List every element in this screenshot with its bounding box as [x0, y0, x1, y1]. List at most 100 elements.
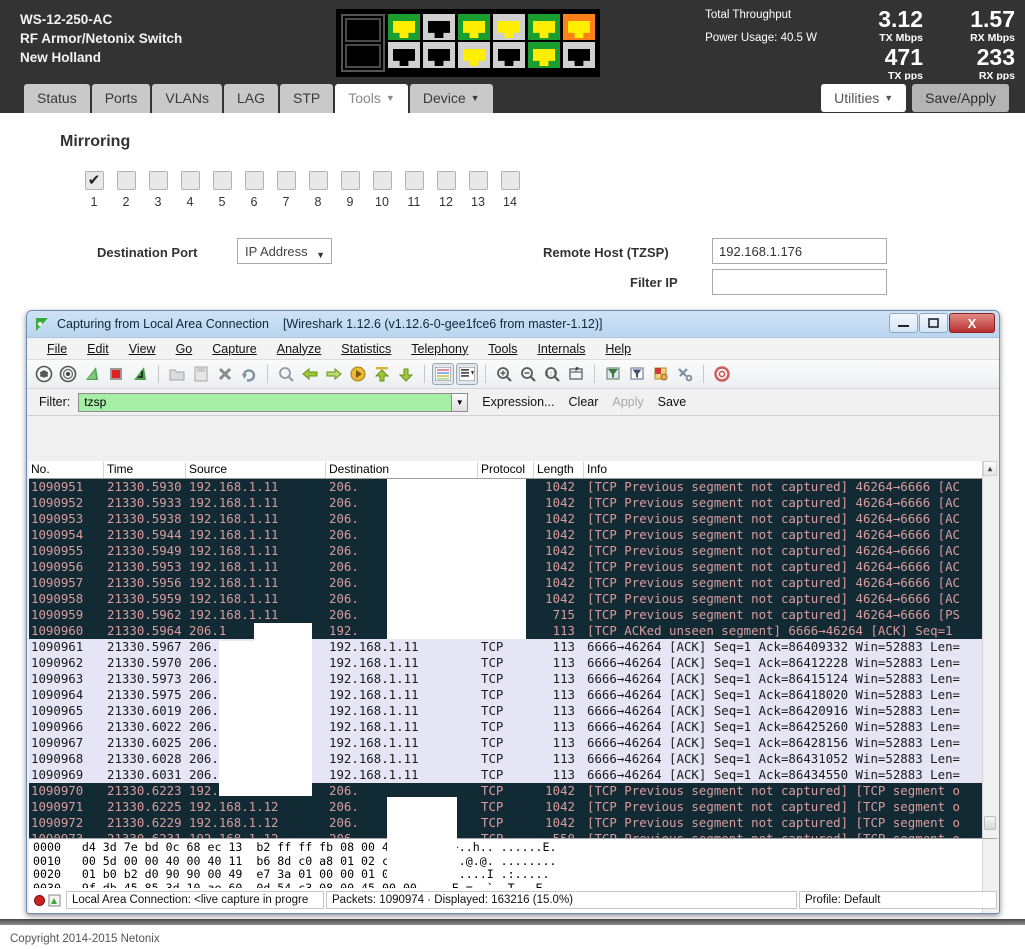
restart-capture-icon[interactable]: [81, 363, 103, 385]
rj45-column-1[interactable]: [388, 14, 420, 72]
packet-bytes-pane[interactable]: 0000 d4 3d 7e bd 0c 68 ec 13 b2 ff ff fb…: [29, 838, 997, 888]
display-filter-input[interactable]: [78, 392, 452, 412]
packet-row[interactable]: 1090962 21330.5970 206.1 192.168.1.11 TCP 113…: [29, 655, 997, 671]
packet-row[interactable]: 1090968 21330.6028 206.1 192.168.1.11 TCP 113…: [29, 751, 997, 767]
menu-capture[interactable]: Capture: [202, 340, 266, 358]
save-file-icon[interactable]: [190, 363, 212, 385]
stop-capture-icon[interactable]: [105, 363, 127, 385]
go-back-icon[interactable]: [299, 363, 321, 385]
packet-row[interactable]: 1090967 21330.6025 206.1 192.168.1.11 TCP 113…: [29, 735, 997, 751]
tab-vlans[interactable]: VLANs: [152, 84, 222, 113]
rj45-column-5[interactable]: [528, 14, 560, 72]
reload-file-icon[interactable]: [238, 363, 260, 385]
apply-filter-button[interactable]: Apply: [612, 395, 643, 409]
port-5[interactable]: [458, 14, 490, 40]
mirror-port-checkbox-1[interactable]: ✔: [84, 171, 104, 190]
rj45-column-3[interactable]: [458, 14, 490, 72]
go-first-packet-icon[interactable]: [371, 363, 393, 385]
port-4[interactable]: [423, 42, 455, 68]
expert-info-icon[interactable]: [34, 894, 45, 906]
open-file-icon[interactable]: [166, 363, 188, 385]
capture-filters-icon[interactable]: [602, 363, 624, 385]
tab-device[interactable]: Device ▼: [409, 84, 493, 113]
utilities-button[interactable]: Utilities ▼: [821, 84, 907, 112]
column-header-length[interactable]: Length: [537, 462, 574, 476]
mirror-port-checkbox-7[interactable]: [276, 171, 296, 190]
packet-row[interactable]: 1090966 21330.6022 206.1 192.168.1.11 TCP 113…: [29, 719, 997, 735]
column-header-time[interactable]: Time: [107, 462, 133, 476]
zoom-out-icon[interactable]: [517, 363, 539, 385]
scroll-up-arrow[interactable]: ▲: [983, 461, 997, 476]
port-1[interactable]: [388, 14, 420, 40]
filter-history-dropdown[interactable]: ▼: [451, 392, 469, 412]
auto-scroll-live-capture-icon[interactable]: [456, 363, 478, 385]
packet-row[interactable]: 1090961 21330.5967 206.1 192.168.1.11 TCP 113…: [29, 639, 997, 655]
menu-statistics[interactable]: Statistics: [331, 340, 401, 358]
clear-filter-button[interactable]: Clear: [569, 395, 599, 409]
column-divider[interactable]: [583, 462, 584, 478]
coloring-rules-icon[interactable]: [650, 363, 672, 385]
sfp-port-1[interactable]: [345, 18, 381, 42]
window-title-bar[interactable]: Capturing from Local Area Connection [Wi…: [27, 311, 999, 338]
mirror-port-checkbox-5[interactable]: [212, 171, 232, 190]
mirror-port-checkbox-10[interactable]: [372, 171, 392, 190]
capture-options-icon[interactable]: [57, 363, 79, 385]
mirror-port-checkbox-3[interactable]: [148, 171, 168, 190]
menu-edit[interactable]: Edit: [77, 340, 119, 358]
port-7[interactable]: [493, 14, 525, 40]
mirror-port-checkbox-4[interactable]: [180, 171, 200, 190]
tab-lag[interactable]: LAG: [223, 84, 278, 113]
port-8[interactable]: [493, 42, 525, 68]
column-header-source[interactable]: Source: [189, 462, 227, 476]
column-divider[interactable]: [477, 462, 478, 478]
mirror-port-checkbox-13[interactable]: [468, 171, 488, 190]
preferences-icon[interactable]: [674, 363, 696, 385]
minimize-button[interactable]: [889, 313, 918, 333]
column-header-protocol[interactable]: Protocol: [481, 462, 525, 476]
mirror-port-checkbox-8[interactable]: [308, 171, 328, 190]
column-divider[interactable]: [533, 462, 534, 478]
close-file-icon[interactable]: [214, 363, 236, 385]
rj45-column-6[interactable]: [563, 14, 595, 72]
zoom-in-icon[interactable]: [493, 363, 515, 385]
resize-columns-icon[interactable]: [565, 363, 587, 385]
menu-help[interactable]: Help: [595, 340, 641, 358]
mirror-port-checkbox-9[interactable]: [340, 171, 360, 190]
start-capture-icon[interactable]: [33, 363, 55, 385]
tab-stp[interactable]: STP: [279, 84, 334, 113]
port-9[interactable]: [528, 14, 560, 40]
column-header-destination[interactable]: Destination: [329, 462, 389, 476]
destination-port-select[interactable]: IP Address ▼: [237, 238, 332, 264]
packet-row[interactable]: 1090969 21330.6031 206.1 192.168.1.11 TCP 113…: [29, 767, 997, 783]
mirror-port-checkbox-2[interactable]: [116, 171, 136, 190]
packet-row[interactable]: 1090971 21330.6225 192.168.1.12 206. TCP 1042…: [29, 799, 997, 815]
menu-internals[interactable]: Internals: [527, 340, 595, 358]
expression-button[interactable]: Expression...: [482, 395, 554, 409]
tab-status[interactable]: Status: [24, 84, 90, 113]
rj45-column-4[interactable]: [493, 14, 525, 72]
profile-text[interactable]: Profile: Default: [799, 891, 997, 909]
menu-telephony[interactable]: Telephony: [401, 340, 478, 358]
menu-view[interactable]: View: [119, 340, 166, 358]
packet-row[interactable]: 1090972 21330.6229 192.168.1.12 206. TCP 1042…: [29, 815, 997, 831]
sfp-port-group[interactable]: [341, 14, 385, 72]
hex-pane-scrollbar[interactable]: [982, 839, 997, 888]
filter-ip-input[interactable]: [712, 269, 887, 295]
packet-row[interactable]: 1090964 21330.5975 206.1 192.168.1.11 TCP 113…: [29, 687, 997, 703]
rj45-column-2[interactable]: [423, 14, 455, 72]
colorize-packet-list-icon[interactable]: [432, 363, 454, 385]
packet-row[interactable]: 1090963 21330.5973 206.1 192.168.1.11 TCP 113…: [29, 671, 997, 687]
mirror-port-checkbox-14[interactable]: [500, 171, 520, 190]
go-to-packet-icon[interactable]: [347, 363, 369, 385]
close-button[interactable]: X: [949, 313, 995, 333]
column-header-no[interactable]: No.: [31, 462, 50, 476]
port-status-diagram[interactable]: [336, 9, 600, 77]
go-last-packet-icon[interactable]: [395, 363, 417, 385]
column-header-info[interactable]: Info: [587, 462, 607, 476]
tab-tools[interactable]: Tools ▼: [335, 84, 408, 113]
sfp-port-2[interactable]: [345, 44, 381, 68]
reload-capture-icon[interactable]: [129, 363, 151, 385]
port-11[interactable]: [563, 14, 595, 40]
port-6[interactable]: [458, 42, 490, 68]
save-filter-button[interactable]: Save: [658, 395, 687, 409]
